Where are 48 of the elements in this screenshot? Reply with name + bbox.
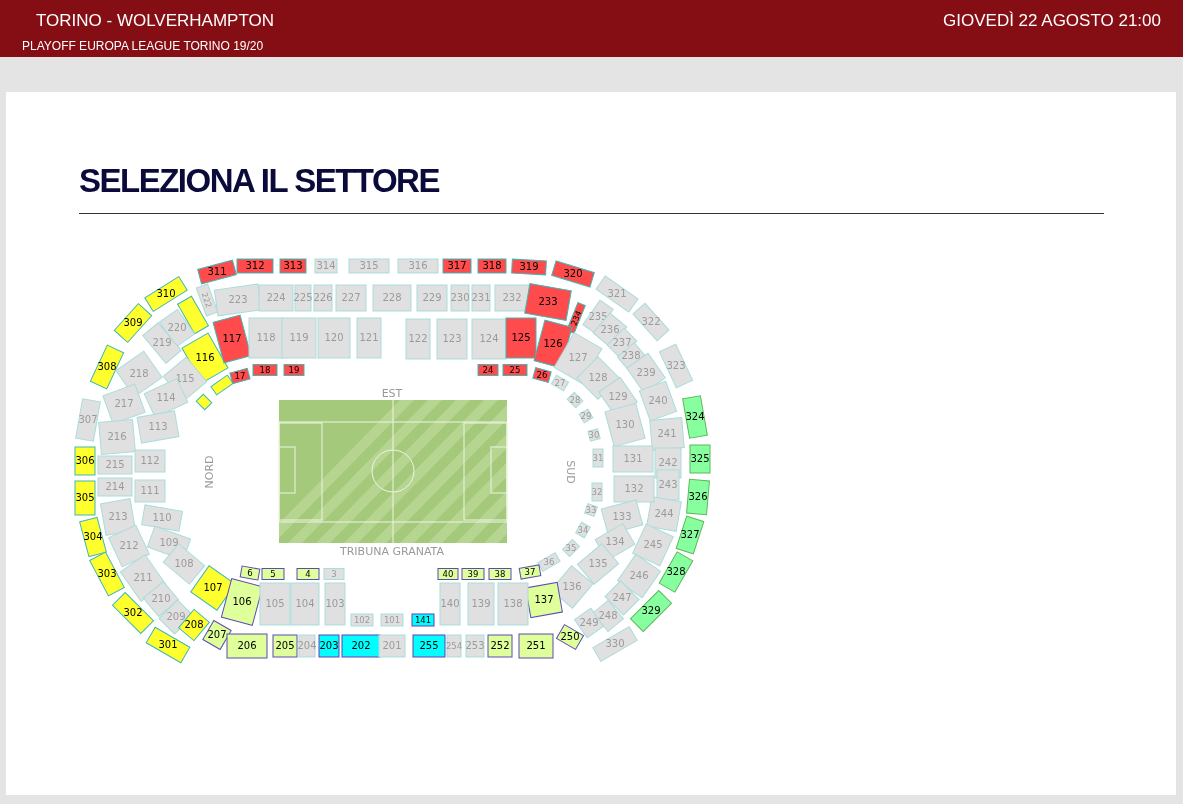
seating-sector[interactable]: 206 xyxy=(226,633,268,659)
seating-sector[interactable]: 38 xyxy=(488,568,512,580)
stand-label: SUD xyxy=(564,460,577,484)
stand-label: NORD xyxy=(203,455,216,489)
seating-sector[interactable] xyxy=(210,374,234,396)
seating-sector[interactable]: 40 xyxy=(437,568,459,580)
seating-sector[interactable]: 319 xyxy=(511,258,547,276)
seating-sector[interactable]: 310 xyxy=(144,276,188,312)
seating-sector[interactable]: 329 xyxy=(630,590,672,632)
seating-sector[interactable]: 311 xyxy=(197,259,237,285)
seating-sector[interactable]: 312 xyxy=(236,258,274,274)
seating-sector[interactable]: 255 xyxy=(412,634,446,658)
seating-sector[interactable]: 320 xyxy=(551,260,595,288)
seating-sector[interactable]: 26 xyxy=(532,367,552,383)
seating-sector[interactable]: 37 xyxy=(518,564,542,580)
seating-sector[interactable]: 202 xyxy=(341,634,381,658)
seating-sector[interactable]: 252 xyxy=(487,634,513,658)
seating-sector[interactable]: 6 xyxy=(239,565,261,581)
seating-sector[interactable]: 24 xyxy=(477,364,499,376)
match-date: GIOVEDÌ 22 AGOSTO 21:00 xyxy=(943,11,1161,32)
seating-sector[interactable]: 318 xyxy=(477,258,507,274)
seating-sector[interactable]: 203 xyxy=(318,634,340,658)
seating-sector[interactable]: 125 xyxy=(505,317,537,359)
seating-sector[interactable]: 5 xyxy=(261,568,285,580)
seating-sector[interactable]: 306 xyxy=(74,446,96,476)
seating-sector[interactable]: 325 xyxy=(689,444,711,474)
seating-sector[interactable]: 19 xyxy=(283,364,305,376)
stand-label: TRIBUNA GRANATA xyxy=(340,545,444,558)
seating-sector[interactable]: 39 xyxy=(461,568,485,580)
seating-sector[interactable]: 324 xyxy=(682,395,708,439)
seating-sector[interactable]: 17 xyxy=(229,367,251,385)
seating-sector[interactable]: 18 xyxy=(252,364,278,376)
stand-label: EST xyxy=(381,387,403,400)
seating-sector[interactable]: 251 xyxy=(518,633,554,659)
seating-sector[interactable]: 141 xyxy=(411,613,435,627)
seating-sector[interactable]: 205 xyxy=(272,634,298,658)
match-title: TORINO - WOLVERHAMPTON xyxy=(36,11,275,31)
seating-sector[interactable]: 303 xyxy=(89,551,125,597)
seating-sector[interactable]: 326 xyxy=(686,478,710,516)
competition-name: PLAYOFF EUROPA LEAGUE TORINO 19/20 xyxy=(22,39,265,53)
seating-sector[interactable]: 313 xyxy=(279,258,307,274)
seating-sector[interactable]: 317 xyxy=(442,258,472,274)
page-heading: SELEZIONA IL SETTORE xyxy=(79,162,441,200)
seating-sector[interactable]: 4 xyxy=(296,568,320,580)
seating-sector[interactable]: 25 xyxy=(502,364,528,376)
seating-sector[interactable]: 327 xyxy=(675,515,705,555)
seating-sector[interactable]: 305 xyxy=(74,480,96,516)
seating-sector[interactable] xyxy=(195,393,213,411)
